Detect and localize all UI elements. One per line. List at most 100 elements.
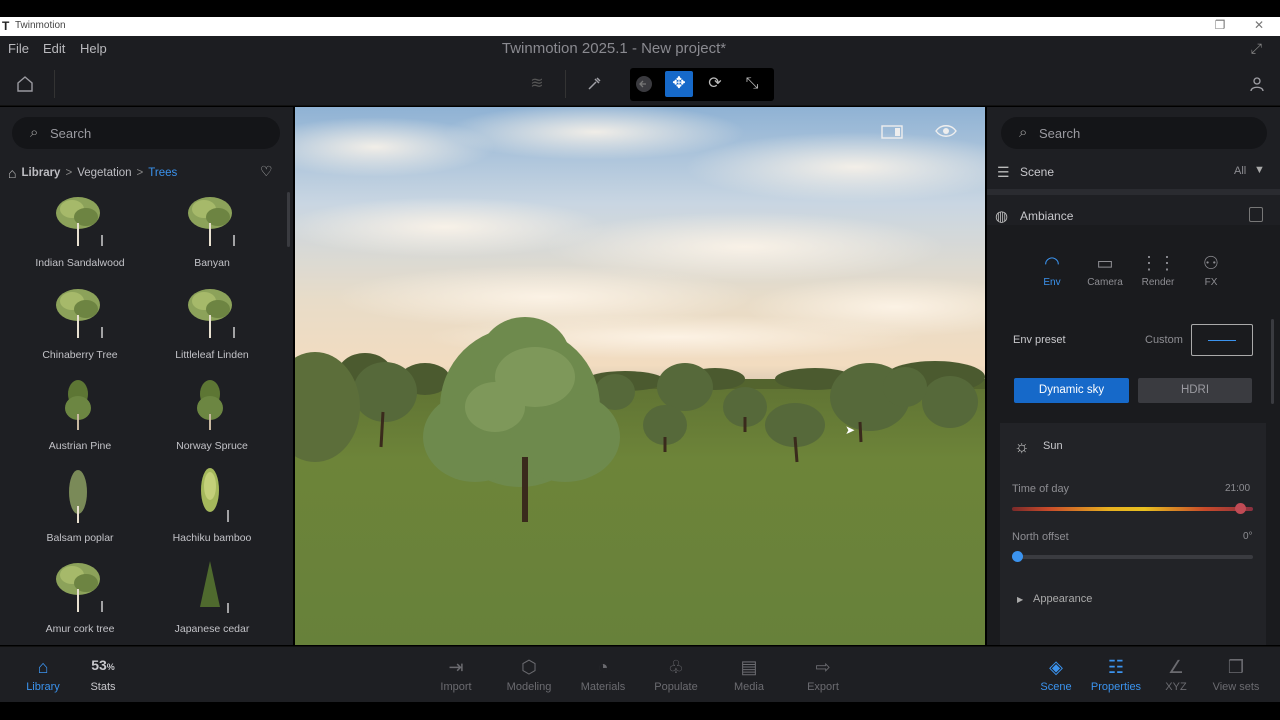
render-dots-icon: ⋮⋮ [1140,253,1176,273]
sun-label: Sun [1043,440,1063,452]
library-item[interactable]: Japanese cedar [146,557,278,648]
scene-list-divider [987,189,1280,195]
round-tree-icon [182,191,242,251]
library-item[interactable]: Norway Spruce [146,374,278,465]
library-search-input[interactable] [50,123,250,143]
tab-render[interactable]: ⋮⋮ Render [1135,253,1181,288]
library-item-label: Amur cork tree [45,623,115,635]
library-item[interactable]: Littleleaf Linden [146,283,278,374]
env-preset-thumbnail[interactable] [1191,324,1253,356]
expand-icon[interactable]: ⤢ [1251,40,1262,57]
bottom-stats-button[interactable]: 53% Stats [73,657,133,693]
bottom-letterbox [0,702,1280,720]
tab-label: Render [1141,277,1175,288]
bottom-item-label: Modeling [506,681,552,693]
xyz-icon: ∠ [1167,657,1185,677]
library-item-label: Balsam poplar [46,531,114,544]
breadcrumb-separator: > [136,167,144,179]
bottom-materials-button[interactable]: ◔ Materials [573,657,633,693]
library-item[interactable]: Banyan [146,191,278,282]
dynamic-sky-button[interactable]: Dynamic sky [1014,378,1129,403]
hdri-button[interactable]: HDRI [1138,378,1252,403]
library-scrollbar[interactable] [287,192,290,247]
bottom-export-button[interactable]: ⇨ Export [793,657,853,693]
bottom-properties-button[interactable]: ☷ Properties [1086,657,1146,693]
env-preset-value: Custom [1145,334,1183,346]
library-item[interactable]: Hachiku bamboo [146,466,278,557]
tab-camera[interactable]: ▭ Camera [1082,253,1128,288]
library-item[interactable]: Austrian Pine [14,374,146,465]
north-offset-slider[interactable] [1012,555,1253,559]
viewport-scene [295,107,985,645]
bottom-bar: ⌂ Library 53% Stats ⇥ Import ⬡ Modeling ◔ Materia… [0,646,1280,702]
scale-icon[interactable]: ⤡ [738,71,766,97]
bottom-item-label: XYZ [1165,681,1187,693]
cedar-tree-icon [182,557,242,617]
scene-search-box[interactable]: ⌕ [1001,117,1267,149]
import-icon: ⇥ [448,657,464,677]
bottom-xyz-button[interactable]: ∠ XYZ [1146,657,1206,693]
bottom-import-button[interactable]: ⇥ Import [426,657,486,693]
expand-arrow-icon[interactable]: ▶ [1017,595,1023,604]
ambiance-label[interactable]: Ambiance [1020,209,1073,223]
os-window-title: Twinmotion [15,20,66,31]
scene-filter[interactable]: All [1234,165,1246,177]
scene-search-input[interactable] [1039,123,1239,143]
populate-icon: ♧ [667,657,685,677]
north-offset-label: North offset [1012,531,1069,543]
time-of-day-slider[interactable] [1012,507,1253,511]
home-icon[interactable] [11,70,39,98]
bottom-media-button[interactable]: ▤ Media [719,657,779,693]
tab-fx[interactable]: ⚇ FX [1188,253,1234,288]
bottom-populate-button[interactable]: ♧ Populate [646,657,706,693]
library-item-label: Japanese cedar [174,623,250,635]
library-item-label: Banyan [194,257,230,269]
library-search-box[interactable]: ⌕ [12,117,280,149]
eyedropper-icon[interactable] [580,70,608,98]
favorite-icon[interactable]: ♡ [260,163,273,180]
bottom-scene-button[interactable]: ◈ Scene [1026,657,1086,693]
library-item[interactable]: Chinaberry Tree [14,283,146,374]
chevron-down-icon[interactable]: ▼ [1254,164,1265,176]
library-item[interactable]: Indian Sandalwood [14,191,146,282]
breadcrumb-trees[interactable]: Trees [148,167,177,179]
user-icon[interactable] [1243,70,1271,98]
bottom-modeling-button[interactable]: ⬡ Modeling [499,657,559,693]
library-item[interactable]: Balsam poplar [14,466,146,557]
appearance-label[interactable]: Appearance [1033,593,1092,605]
library-home-icon[interactable]: ⌂ [8,165,16,181]
north-offset-handle[interactable] [1012,551,1023,562]
breadcrumb: ⌂ Library > Vegetation > Trees [8,164,177,182]
tab-label: FX [1204,277,1218,288]
eye-icon[interactable] [935,123,957,143]
aspect-ratio-icon[interactable] [881,125,903,143]
bottom-item-label: Materials [580,681,626,693]
bottom-library-button[interactable]: ⌂ Library [13,657,73,693]
breadcrumb-library[interactable]: Library [21,167,60,179]
back-icon[interactable] [630,71,658,97]
properties-scrollbar[interactable] [1271,319,1274,404]
search-icon: ⌕ [30,124,39,141]
bottom-view-sets-button[interactable]: ❒ View sets [1206,657,1266,693]
restore-icon[interactable]: ❐ [1212,18,1228,32]
pine-tree-icon [50,374,110,434]
library-panel: ⌕ ⌂ Library > Vegetation > Trees ♡ India… [0,107,293,645]
close-icon[interactable]: ✕ [1251,18,1267,32]
fx-icon: ⚇ [1202,253,1220,273]
library-item-label: Chinaberry Tree [42,348,118,361]
scene-label[interactable]: Scene [1020,165,1054,179]
library-item[interactable]: Amur cork tree [14,557,146,648]
tab-env[interactable]: ◠ Env [1029,253,1075,288]
scene-list-icon: ☰ [997,164,1010,180]
os-title-bar: T Twinmotion ❐ ✕ [0,17,1280,36]
round-tree-icon [182,283,242,343]
top-letterbox [0,0,1280,17]
layers-icon[interactable]: ≋ [523,70,551,98]
mouse-cursor-icon: ➤ [845,423,856,437]
panel-dock-icon[interactable] [1249,207,1263,222]
3d-viewport[interactable]: ➤ [295,107,985,645]
rotate-icon[interactable]: ⟳ [701,71,729,97]
move-icon[interactable]: ✥ [665,71,693,97]
library-item-label: Austrian Pine [48,440,112,452]
breadcrumb-vegetation[interactable]: Vegetation [77,167,131,179]
